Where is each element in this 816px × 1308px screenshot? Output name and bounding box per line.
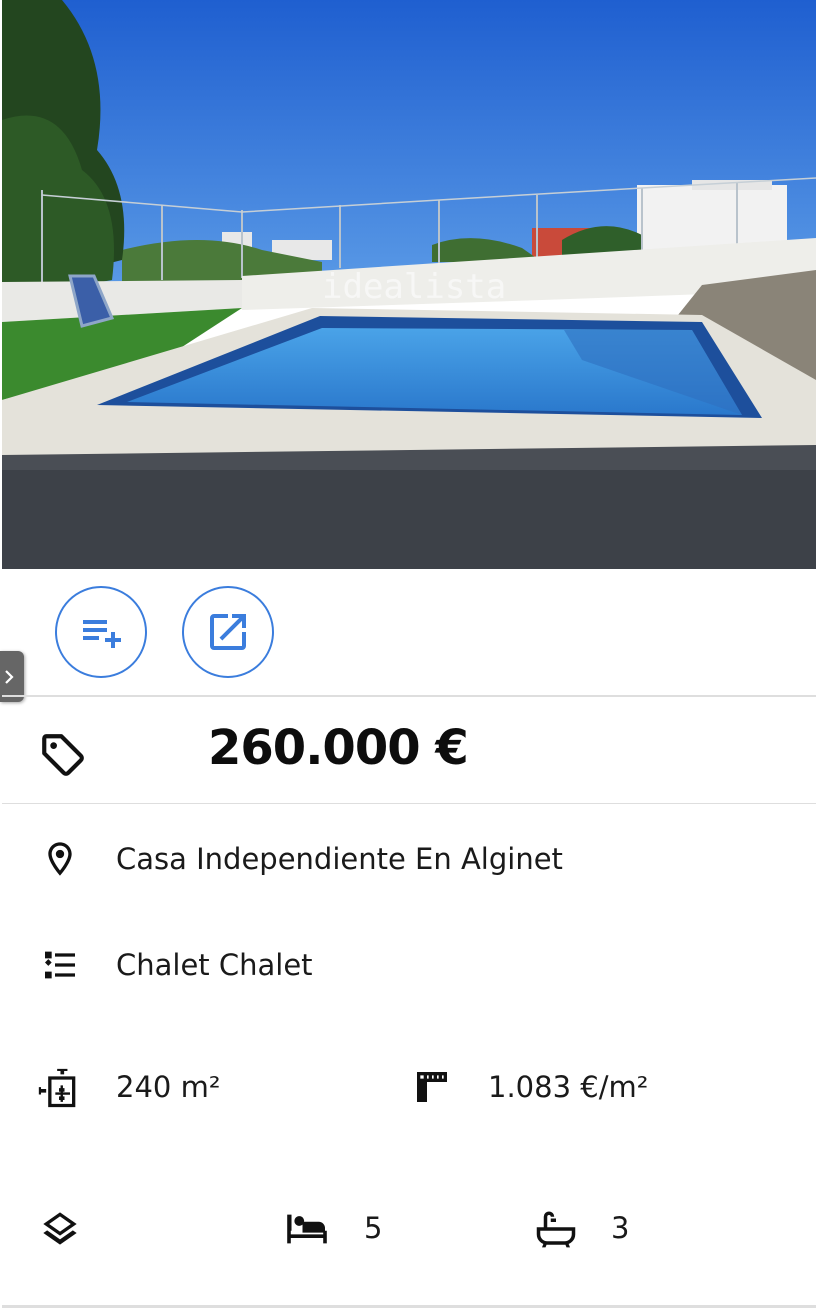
open-external-button[interactable] — [182, 586, 274, 678]
bed-icon — [287, 1214, 327, 1244]
price-value: 260.000 € — [208, 720, 469, 776]
size-row: 240 m² 1.083 €/m² — [0, 1064, 816, 1114]
bedrooms-text: 5 — [364, 1211, 383, 1245]
location-text: Casa Independiente En Alginet — [116, 842, 563, 876]
tag-icon — [42, 734, 84, 776]
price-row: 260.000 € — [0, 698, 816, 803]
size-text: 240 m² — [116, 1070, 221, 1104]
location-row: Casa Independiente En Alginet — [0, 835, 816, 885]
map-pin-icon — [48, 842, 72, 876]
open-in-new-icon — [210, 614, 246, 650]
action-bar — [0, 569, 816, 696]
watermark-logo: idealista — [322, 267, 506, 307]
floor-plan-icon — [38, 1068, 76, 1108]
ruler-icon — [417, 1072, 447, 1102]
chevron-right-icon — [5, 669, 14, 684]
layers-icon — [43, 1212, 77, 1245]
property-type-row: Chalet Chalet — [0, 942, 816, 992]
add-to-list-button[interactable] — [55, 586, 147, 678]
price-per-m2-text: 1.083 €/m² — [488, 1070, 649, 1104]
bathrooms-text: 3 — [611, 1211, 630, 1245]
playlist-add-icon — [83, 620, 121, 648]
bathtub-icon — [536, 1211, 576, 1248]
divider — [2, 695, 816, 697]
divider — [2, 803, 816, 804]
list-icon — [45, 951, 75, 979]
listing-photo[interactable]: idealista — [2, 0, 816, 569]
rooms-row: 5 3 — [0, 1205, 816, 1255]
property-type-text: Chalet Chalet — [116, 948, 313, 982]
pool-photo-image: idealista — [2, 0, 816, 569]
